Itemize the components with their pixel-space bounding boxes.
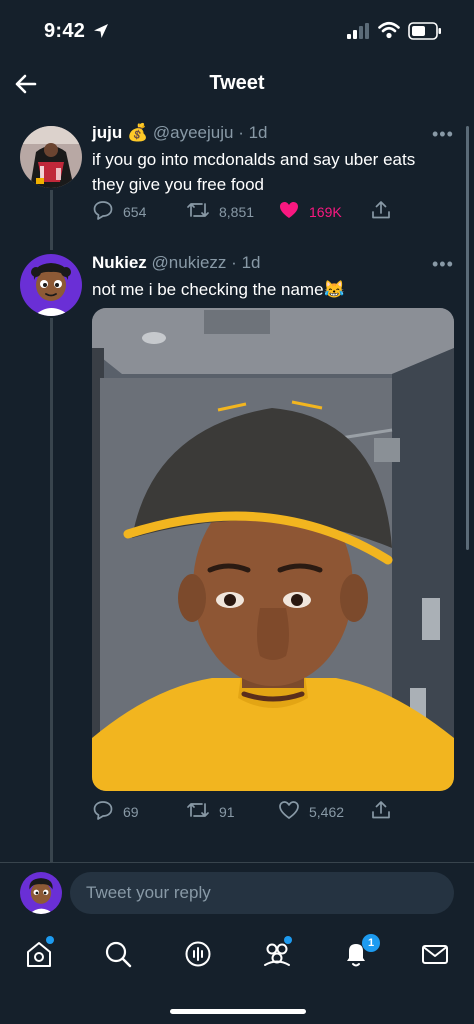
page-title: Tweet [209,72,265,94]
tweet-photo[interactable] [92,308,454,791]
display-name[interactable]: juju [92,123,122,142]
reply-button[interactable]: 654 [92,198,146,226]
display-name[interactable]: Nukiez [92,253,147,272]
share-icon [370,799,392,826]
home-indicator [170,1009,306,1014]
more-options-icon[interactable]: ••• [432,254,454,275]
location-arrow-icon [92,22,110,45]
tweet-original[interactable]: juju 💰 @ayeejuju · 1d ••• if you go into… [0,118,474,238]
scrollbar[interactable] [466,126,469,550]
wifi-icon [378,20,400,45]
like-count: 5,462 [309,804,345,820]
header: Tweet [0,60,474,110]
share-button[interactable] [370,198,392,226]
username[interactable]: @ayeejuju [153,123,234,142]
reply-icon [92,199,114,226]
reply-button[interactable]: 69 [92,798,139,826]
retweet-button[interactable]: 8,851 [186,198,254,226]
tweet-header: juju 💰 @ayeejuju · 1d [92,123,268,143]
more-options-icon[interactable]: ••• [432,124,454,145]
tweet-text-line: they give you free food [92,175,265,194]
retweet-count: 91 [219,804,235,820]
reply-icon [92,799,114,826]
reply-input[interactable] [70,872,454,914]
battery-icon [408,22,442,45]
spaces-icon[interactable] [183,938,213,970]
separator: · [231,253,237,272]
heart-filled-icon [278,199,300,226]
like-button[interactable]: 5,462 [278,798,344,826]
tweet-text: if you go into mcdonalds and say uber ea… [92,147,452,197]
retweet-icon [186,799,210,826]
reply-count: 69 [123,804,139,820]
heart-icon [278,799,300,826]
notification-count-badge: 1 [362,934,380,952]
timestamp[interactable]: 1d [242,253,261,272]
tweet-header: Nukiez @nukiezz · 1d [92,253,261,273]
status-time: 9:42 [44,20,86,42]
money-bag-emoji: 💰 [126,123,149,142]
avatar[interactable] [20,126,82,188]
cellular-signal-icon [346,23,370,44]
avatar[interactable] [20,872,62,914]
timestamp[interactable]: 1d [249,123,268,142]
messages-icon[interactable] [420,938,450,970]
reply-count: 654 [123,204,147,220]
divider [0,862,474,863]
separator: · [238,123,244,142]
tweet-actions: 69 91 5,462 [92,798,402,826]
search-icon[interactable] [103,938,133,970]
status-bar: 9:42 [0,0,474,60]
home-badge [46,936,54,944]
tweet-actions: 654 8,851 169K [92,198,402,226]
like-button[interactable]: 169K [278,198,342,226]
retweet-count: 8,851 [219,204,255,220]
communities-badge [284,936,292,944]
username[interactable]: @nukiezz [152,253,227,272]
share-button[interactable] [370,798,392,826]
tweet-text: not me i be checking the name😹 [92,280,345,299]
like-count: 169K [309,204,342,220]
retweet-icon [186,199,210,226]
bottom-nav [0,930,474,980]
share-icon [370,199,392,226]
avatar[interactable] [20,254,82,316]
tweet-text-line: if you go into mcdonalds and say uber ea… [92,150,416,169]
retweet-button[interactable]: 91 [186,798,235,826]
